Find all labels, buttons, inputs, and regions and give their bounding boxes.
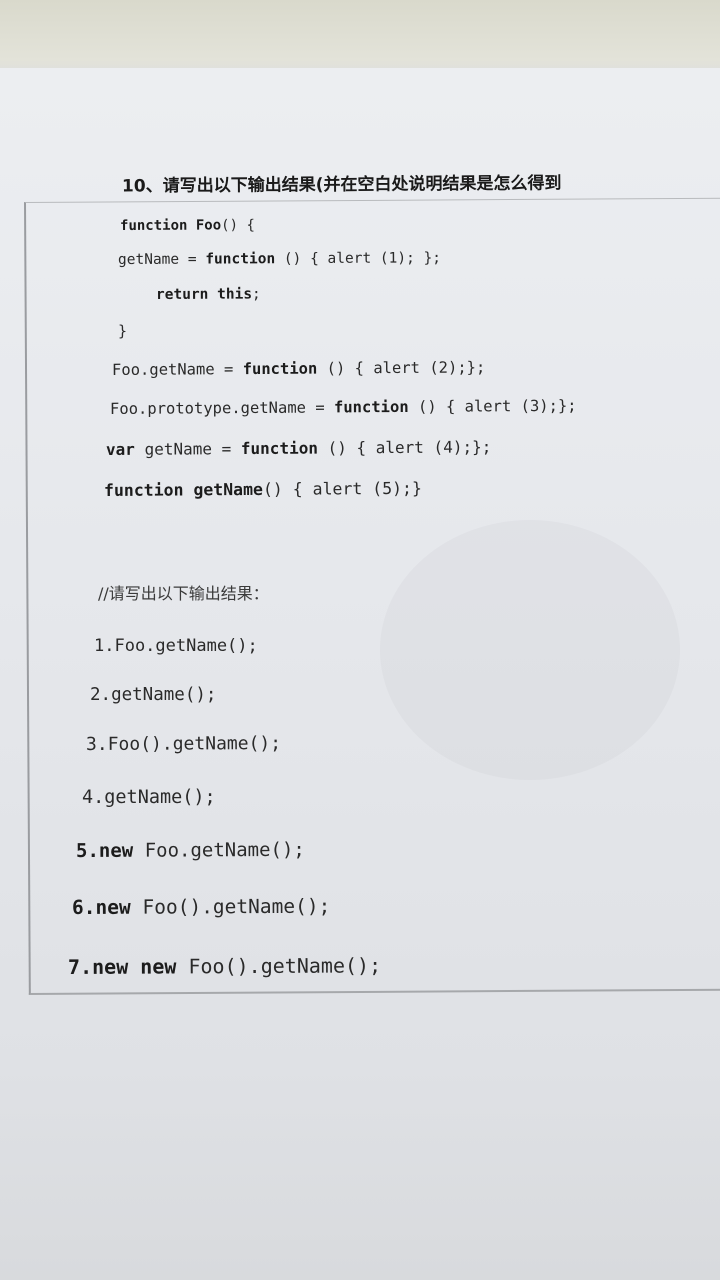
instruction-comment: //请写出以下输出结果： <box>98 584 269 603</box>
code-text: () { <box>221 217 255 234</box>
code-text: () { alert (3);}; <box>408 396 577 416</box>
code-text: () { alert (2);}; <box>317 358 486 378</box>
question-7: 7.new new Foo().getName(); <box>68 953 381 979</box>
code-keyword: function <box>333 397 409 417</box>
question-text: 4.getName(); <box>82 787 216 808</box>
code-line-3: return this; <box>156 286 261 303</box>
question-6: 6.new Foo().getName(); <box>72 895 330 919</box>
code-keyword: function <box>205 251 276 268</box>
new-keyword: new <box>95 895 131 919</box>
question-title: 10、请写出以下输出结果(并在空白处说明结果是怎么得到 <box>121 173 562 197</box>
code-keyword: var <box>105 439 135 459</box>
code-text: () { alert (4);}; <box>317 437 492 458</box>
code-keyword: function <box>242 359 318 379</box>
question-1: 1.Foo.getName(); <box>94 636 258 656</box>
code-line-4: } <box>118 322 127 340</box>
code-keyword: function <box>240 438 318 459</box>
question-text: 2.getName(); <box>90 685 217 705</box>
code-line-7: var getName = function () { alert (4);}; <box>106 437 491 459</box>
code-line-8: function getName() { alert (5);} <box>104 479 422 500</box>
code-keyword: return this <box>155 286 253 303</box>
new-keyword: new <box>98 839 134 862</box>
code-text: () { alert (5);} <box>262 478 422 499</box>
code-keyword: function Foo <box>119 217 222 234</box>
code-line-5: Foo.getName = function () { alert (2);}; <box>112 358 485 379</box>
question-number: 7. <box>67 954 93 979</box>
question-text: 3.Foo().getName(); <box>85 732 282 755</box>
code-text: () { alert (1); }; <box>275 250 442 268</box>
code-text: getName = <box>117 251 206 268</box>
question-number: 5. <box>75 839 99 862</box>
question-text: Foo().getName(); <box>130 894 331 919</box>
code-line-6: Foo.prototype.getName = function () { al… <box>110 397 577 418</box>
code-text: Foo.prototype.getName = <box>109 398 335 418</box>
new-keyword: new new <box>92 954 177 979</box>
question-5: 5.new Foo.getName(); <box>76 839 305 862</box>
question-text: Foo.getName(); <box>133 838 305 862</box>
question-4: 4.getName(); <box>82 787 216 808</box>
code-text: ; <box>251 286 261 303</box>
code-line-1: function Foo() { <box>120 217 255 234</box>
code-text: } <box>118 322 128 340</box>
question-3: 3.Foo().getName(); <box>86 733 281 755</box>
question-text: 1.Foo.getName(); <box>94 636 258 656</box>
question-text: Foo().getName(); <box>176 953 382 979</box>
code-text: Foo.getName = <box>111 360 243 379</box>
code-text: getName = <box>134 439 241 459</box>
code-keyword: function getName <box>103 479 264 500</box>
question-2: 2.getName(); <box>90 685 216 705</box>
question-number: 6. <box>71 895 96 919</box>
code-line-2: getName = function () { alert (1); }; <box>118 250 441 268</box>
